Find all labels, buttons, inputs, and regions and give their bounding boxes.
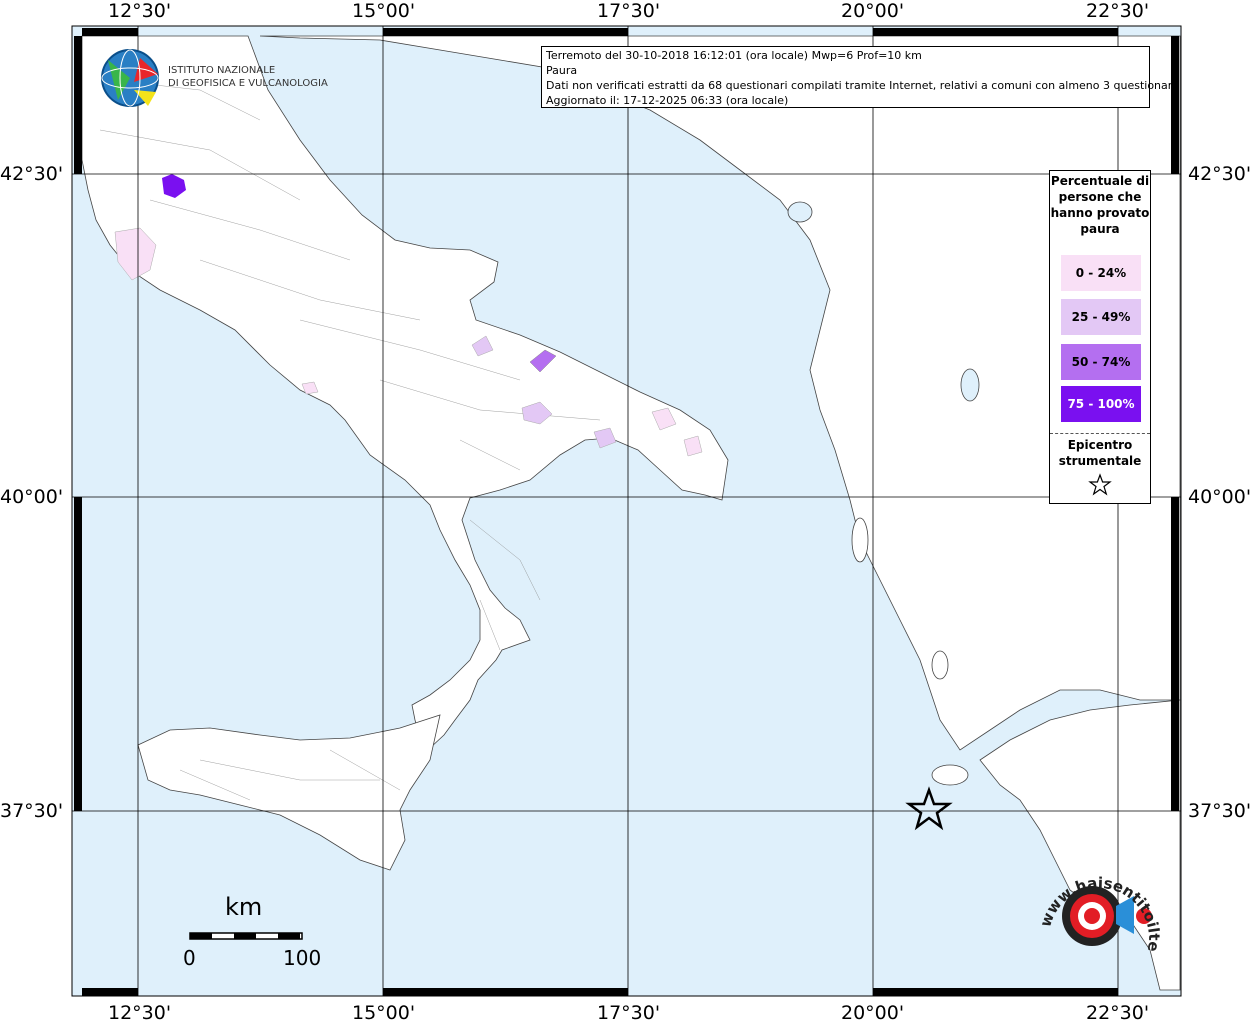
lake [960,368,980,402]
lon-label-bottom: 20°00' [841,1002,905,1024]
scale-start: 0 [183,946,196,970]
lake [787,201,813,223]
updated-timestamp: Aggiornato il: 17-12-2025 06:33 (ora loc… [546,94,789,107]
lat-label-right: 42°30' [1188,163,1252,185]
lon-label-bottom: 22°30' [1086,1002,1150,1024]
island-kefalonia [931,764,969,786]
lon-label-top: 15°00' [352,0,416,22]
scale-end: 100 [283,946,322,970]
lon-label-bottom: 17°30' [597,1002,661,1024]
haisentito-logo: www.haisentitoilterremoto.it [1030,858,1163,953]
ingv-logo-line1: ISTITUTO NAZIONALE [168,65,276,76]
lon-label-bottom: 15°00' [352,1002,416,1024]
ingv-logo-line2: DI GEOFISICA E VULCANOLOGIA [168,78,328,89]
lon-label-top: 12°30' [108,0,172,22]
legend: Percentuale di persone che hanno provato… [1049,170,1151,504]
legend-class-3: 50 - 74% [1061,344,1141,380]
legend-class-1: 0 - 24% [1061,255,1141,291]
legend-epicenter-label: Epicentro strumentale [1058,438,1142,468]
lat-label-right: 40°00' [1188,486,1252,508]
legend-divider [1050,433,1150,434]
event-title: Terremoto del 30-10-2018 16:12:01 (ora l… [546,49,922,62]
lon-label-top: 17°30' [597,0,661,22]
legend-title: Percentuale di persone che hanno provato… [1050,174,1150,236]
scale-bar [189,932,303,940]
event-info-box: Terremoto del 30-10-2018 16:12:01 (ora l… [541,46,1179,108]
legend-class-2: 25 - 49% [1061,299,1141,335]
lon-label-bottom: 12°30' [108,1002,172,1024]
lat-label-left: 40°00' [0,486,64,508]
lat-label-left: 42°30' [0,163,64,185]
data-note: Dati non verificati estratti da 68 quest… [546,79,1179,92]
island-corfu [851,517,869,563]
ingv-logo [101,49,159,107]
lon-label-top: 20°00' [841,0,905,22]
legend-class-4: 75 - 100% [1061,386,1141,422]
ingv-logo-text: ISTITUTO NAZIONALE DI GEOFISICA E VULCAN… [168,64,328,90]
map-parameter: Paura [546,64,578,77]
lat-label-right: 37°30' [1188,800,1252,822]
island-lefkada [931,650,949,680]
lat-label-left: 37°30' [0,800,64,822]
scale-unit: km [225,893,263,921]
star-outline-icon [1088,473,1112,496]
lon-label-top: 22°30' [1086,0,1150,22]
